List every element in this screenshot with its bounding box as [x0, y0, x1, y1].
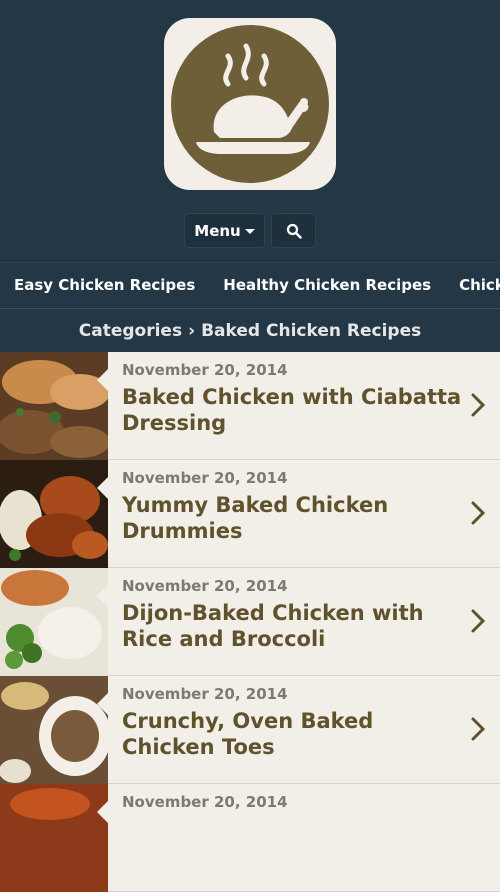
breadcrumb-separator: ›	[188, 320, 196, 341]
search-button[interactable]	[271, 213, 316, 248]
chevron-right-icon	[471, 609, 486, 633]
menu-button-label: Menu	[194, 221, 241, 240]
recipe-title[interactable]: Baked Chicken with Ciabatta Dressing	[122, 384, 464, 436]
breadcrumb: Categories › Baked Chicken Recipes	[0, 308, 500, 352]
list-item[interactable]: November 20, 2014 Crunchy, Oven Baked Ch…	[0, 676, 500, 784]
recipe-thumbnail	[0, 352, 108, 460]
recipe-title[interactable]: Yummy Baked Chicken Drummies	[122, 492, 464, 544]
recipe-thumbnail	[0, 568, 108, 676]
breadcrumb-root[interactable]: Categories	[79, 321, 182, 341]
list-item[interactable]: November 20, 2014 Dijon-Baked Chicken wi…	[0, 568, 500, 676]
nav-item-chicken-parmesan[interactable]: Chicken Parmesan	[459, 276, 500, 294]
menu-button[interactable]: Menu	[184, 213, 265, 248]
recipe-date: November 20, 2014	[122, 469, 288, 487]
recipe-thumbnail	[0, 676, 108, 784]
recipe-title[interactable]: Dijon-Baked Chicken with Rice and Brocco…	[122, 600, 464, 652]
nav-item-easy-chicken[interactable]: Easy Chicken Recipes	[14, 276, 195, 294]
chevron-right-icon	[471, 717, 486, 741]
site-logo[interactable]	[164, 18, 336, 190]
list-item[interactable]: November 20, 2014	[0, 784, 500, 892]
nav-item-healthy-chicken[interactable]: Healthy Chicken Recipes	[223, 276, 431, 294]
list-item[interactable]: November 20, 2014 Yummy Baked Chicken Dr…	[0, 460, 500, 568]
recipe-date: November 20, 2014	[122, 685, 288, 703]
recipe-date: November 20, 2014	[122, 793, 288, 811]
roast-chicken-logo-icon	[171, 25, 329, 183]
chevron-right-icon	[471, 393, 486, 417]
recipe-thumbnail	[0, 784, 108, 892]
recipe-title[interactable]: Crunchy, Oven Baked Chicken Toes	[122, 708, 464, 760]
chevron-right-icon	[471, 501, 486, 525]
caret-down-icon	[244, 229, 255, 234]
search-icon	[286, 223, 302, 239]
recipe-list: November 20, 2014 Baked Chicken with Cia…	[0, 352, 500, 892]
app-header: Menu Easy Chicken Recipes Healthy Chicke…	[0, 0, 500, 352]
list-item[interactable]: November 20, 2014 Baked Chicken with Cia…	[0, 352, 500, 460]
recipe-thumbnail	[0, 460, 108, 568]
breadcrumb-current: Baked Chicken Recipes	[201, 320, 422, 341]
recipe-date: November 20, 2014	[122, 361, 288, 379]
recipe-date: November 20, 2014	[122, 577, 288, 595]
category-nav: Easy Chicken Recipes Healthy Chicken Rec…	[0, 262, 500, 308]
